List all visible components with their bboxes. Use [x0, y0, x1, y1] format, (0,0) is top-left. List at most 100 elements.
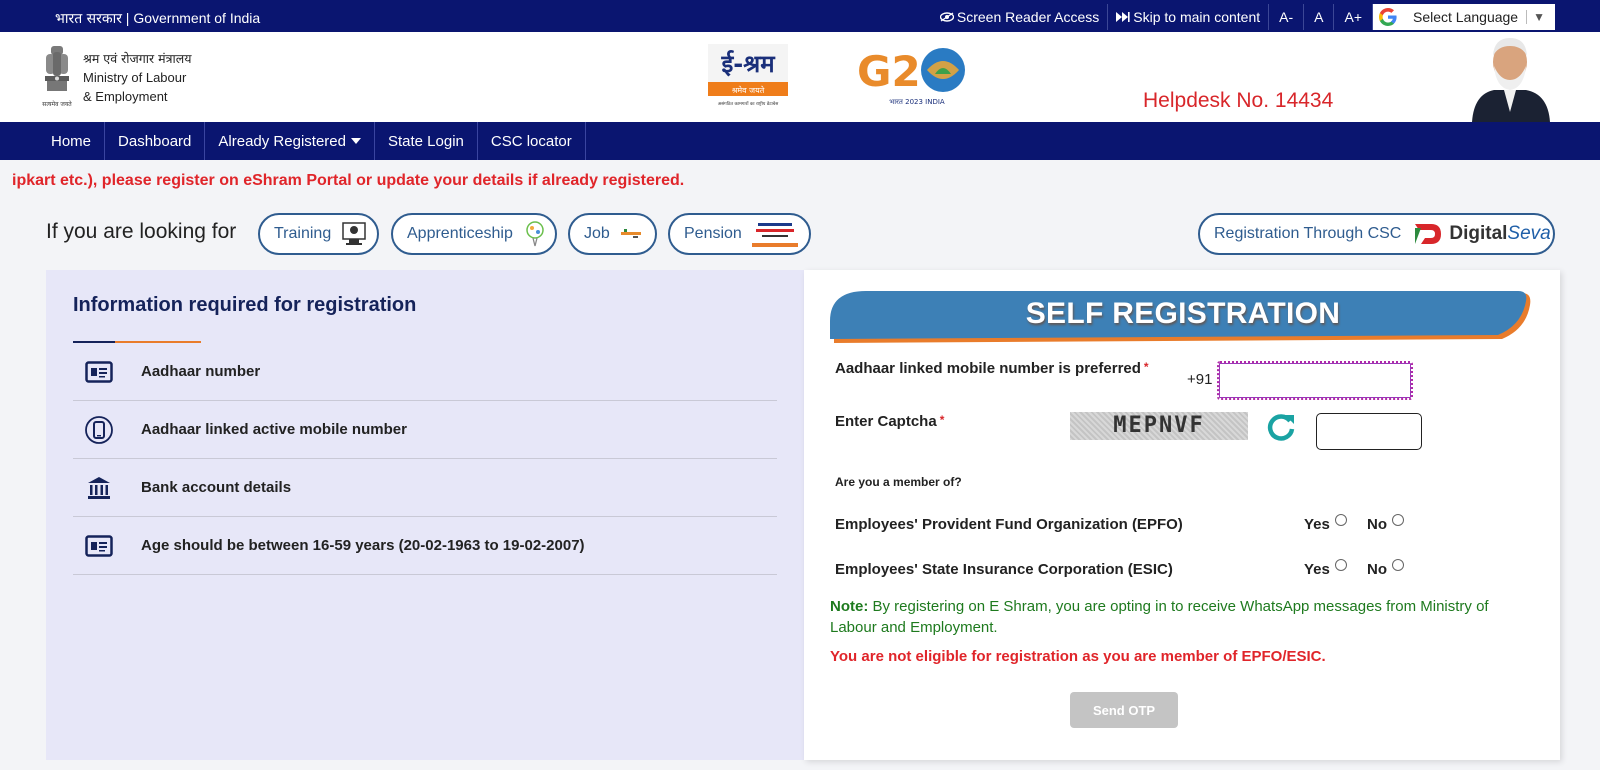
mobile-label: Aadhaar linked mobile number is preferre… [835, 360, 1149, 377]
nav-home[interactable]: Home [38, 122, 106, 160]
required-mark: * [939, 413, 945, 427]
ministry-name[interactable]: श्रम एवं रोजगार मंत्रालय Ministry of Lab… [83, 49, 191, 106]
pension-icon [751, 220, 798, 248]
chevron-down-icon: ▼ [1526, 10, 1545, 24]
skip-to-main-link[interactable]: Skip to main content [1108, 4, 1270, 30]
epfo-no-radio[interactable] [1392, 514, 1404, 526]
yes-label: Yes [1304, 561, 1330, 578]
info-title: Information required for registration [73, 294, 417, 316]
job-icon [620, 229, 641, 238]
bank-icon [88, 476, 110, 499]
esic-yes-option[interactable]: Yes [1304, 559, 1347, 578]
apprenticeship-button[interactable]: Apprenticeship [391, 213, 557, 255]
captcha-image: MEPNVF [1070, 412, 1248, 440]
csc-label: Registration Through CSC [1214, 225, 1402, 242]
ministry-hindi: श्रम एवं रोजगार मंत्रालय [83, 51, 192, 66]
gov-english: Government of India [133, 10, 261, 26]
nav-already-registered[interactable]: Already Registered [205, 122, 375, 160]
announcement-marquee[interactable]: ipkart etc.), please register on eShram … [12, 172, 684, 190]
esic-no-radio[interactable] [1392, 559, 1404, 571]
eligibility-error: You are not eligible for registration as… [830, 648, 1326, 665]
pension-button[interactable]: Pension [668, 213, 811, 255]
send-otp-button[interactable]: Send OTP [1070, 692, 1178, 728]
nav-state-login[interactable]: State Login [375, 122, 478, 160]
eye-icon [939, 12, 954, 22]
esic-yes-radio[interactable] [1334, 559, 1347, 571]
ministry-line-1: Ministry of Labour [83, 70, 187, 85]
emblem-motto: सत्यमेव जयते [42, 100, 72, 108]
job-label: Job [584, 225, 610, 242]
font-normal-button[interactable]: A [1304, 4, 1335, 30]
training-icon [342, 222, 366, 245]
eshram-tagline: श्रमेव जयते [732, 85, 765, 95]
info-item-label: Age should be between 16-59 years (20-02… [141, 537, 585, 554]
g20-logo: G20 भारत 2023 INDIA [857, 47, 965, 106]
nav-dashboard-label: Dashboard [118, 132, 192, 150]
captcha-label-text: Enter Captcha [835, 413, 937, 430]
id-card-icon [85, 360, 113, 383]
screen-reader-label: Screen Reader Access [956, 9, 1100, 25]
apprenticeship-label: Apprenticeship [407, 225, 513, 242]
main-nav: Home Dashboard Already Registered State … [0, 122, 1600, 160]
esic-no-option[interactable]: No [1367, 559, 1404, 578]
list-item: Bank account details [73, 459, 777, 517]
info-item-label: Bank account details [141, 479, 292, 496]
id-card-icon [85, 534, 113, 557]
font-decrease-button[interactable]: A- [1269, 4, 1305, 30]
apprenticeship-icon [526, 221, 544, 247]
caret-down-icon [350, 138, 361, 144]
mobile-number-input[interactable] [1217, 361, 1413, 400]
pension-label: Pension [684, 225, 742, 242]
training-label: Training [274, 225, 332, 242]
digital-brand-text: DigitalSeva [1449, 223, 1550, 245]
captcha-input[interactable] [1316, 413, 1422, 450]
list-item: Age should be between 16-59 years (20-02… [73, 517, 777, 575]
skip-label: Skip to main content [1133, 9, 1261, 25]
member-question: Are you a member of? [835, 475, 962, 489]
digital-brand-part-2: Seva [1507, 223, 1551, 244]
self-registration-form: SELF REGISTRATION Aadhaar linked mobile … [804, 270, 1560, 760]
registration-through-csc-button[interactable]: Registration Through CSC DigitalSeva [1198, 213, 1555, 255]
mobile-label-text: Aadhaar linked mobile number is preferre… [835, 360, 1141, 377]
nav-csc-locator[interactable]: CSC locator [478, 122, 586, 160]
emblem-icon[interactable]: सत्यमेव जयते [37, 42, 77, 110]
language-select[interactable]: Select Language ▼ [1373, 4, 1555, 30]
epfo-label: Employees' Provident Fund Organization (… [835, 516, 1183, 533]
list-item: Aadhaar number [73, 343, 777, 401]
yes-label: Yes [1304, 516, 1330, 533]
nav-dashboard[interactable]: Dashboard [105, 122, 206, 160]
nav-csc-locator-label: CSC locator [490, 132, 572, 150]
ministry-line-2: & Employment [83, 89, 168, 104]
epfo-no-option[interactable]: No [1367, 514, 1404, 533]
epfo-yes-radio[interactable] [1334, 514, 1347, 526]
form-title: SELF REGISTRATION [1025, 297, 1341, 330]
g20-subtitle: भारत 2023 INDIA [889, 98, 945, 106]
nav-already-registered-label: Already Registered [218, 132, 346, 150]
looking-for-label: If you are looking for [46, 220, 237, 243]
nav-home-label: Home [51, 132, 92, 150]
esic-label: Employees' State Insurance Corporation (… [835, 561, 1173, 578]
epfo-yes-option[interactable]: Yes [1304, 514, 1347, 533]
gov-topbar: भारत सरकार | Government of India Screen … [0, 0, 1600, 32]
refresh-icon[interactable] [1266, 412, 1296, 442]
digital-brand-part-1: Digital [1449, 223, 1508, 244]
info-item-label: Aadhaar number [141, 363, 261, 380]
info-panel: Information required for registration Aa… [46, 270, 804, 760]
site-header: सत्यमेव जयते श्रम एवं रोजगार मंत्रालय Mi… [0, 32, 1600, 122]
google-icon [1379, 8, 1397, 26]
list-item: Aadhaar linked active mobile number [73, 401, 777, 459]
training-button[interactable]: Training [258, 213, 379, 255]
font-increase-button[interactable]: A+ [1334, 4, 1373, 30]
digital-seva-logo [1415, 224, 1442, 244]
eshram-logo[interactable]: ई-श्रम श्रमेव जयते असंगठित कामगारों का र… [706, 42, 790, 108]
info-item-label: Aadhaar linked active mobile number [141, 421, 407, 438]
job-button[interactable]: Job [568, 213, 657, 255]
gov-hindi: भारत सरकार [55, 11, 122, 27]
pm-portrait [1464, 32, 1556, 122]
helpdesk-number: Helpdesk No. 14434 [1143, 89, 1334, 112]
gov-of-india-label: भारत सरकार | Government of India [55, 9, 260, 28]
whatsapp-note: Note: By registering on E Shram, you are… [830, 596, 1530, 638]
screen-reader-link[interactable]: Screen Reader Access [932, 4, 1109, 30]
no-label: No [1367, 561, 1387, 578]
country-code: +91 [1187, 371, 1213, 388]
